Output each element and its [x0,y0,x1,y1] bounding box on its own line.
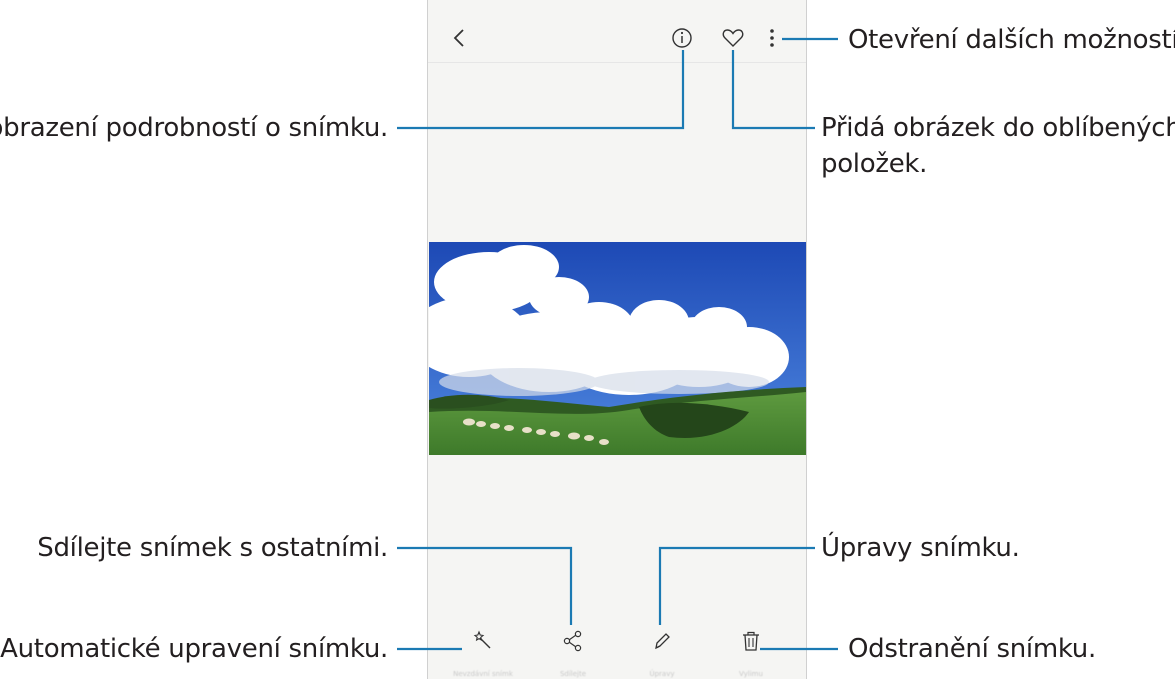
callout-favorite-line1: Přidá obrázek do oblíbených [821,113,1175,143]
share-label: Sdílejte [559,670,587,678]
more-vertical-icon[interactable] [768,28,776,48]
bottom-toolbar: Nevzdávní snímk Sdílejte Úpravy Vylimu [428,622,806,679]
back-chevron-left-icon[interactable] [452,27,466,49]
callout-details: Zobrazení podrobností o snímku. [0,113,388,143]
landscape-photo [429,242,806,455]
trash-icon[interactable] [741,630,761,652]
share-icon[interactable] [563,630,583,652]
callout-auto-adjust: Automatické upravení snímku. [0,634,388,664]
auto-adjust-label: Nevzdávní snímk [453,670,513,678]
pencil-icon[interactable] [652,630,672,652]
edit-label: Úpravy [649,670,675,678]
callout-share: Sdílejte snímek s ostatními. [37,533,388,563]
callout-favorite-line2: položek. [821,149,928,179]
heart-icon[interactable] [722,28,744,48]
callout-more-options: Otevření dalších možností. [848,25,1175,55]
magic-wand-icon[interactable] [473,630,493,650]
phone-screen: Nevzdávní snímk Sdílejte Úpravy Vylimu [427,0,807,679]
info-icon[interactable] [671,27,693,49]
callout-edit: Úpravy snímku. [821,533,1020,563]
top-bar [428,0,806,63]
delete-label: Vylimu [739,670,763,678]
callout-delete: Odstranění snímku. [848,634,1096,664]
